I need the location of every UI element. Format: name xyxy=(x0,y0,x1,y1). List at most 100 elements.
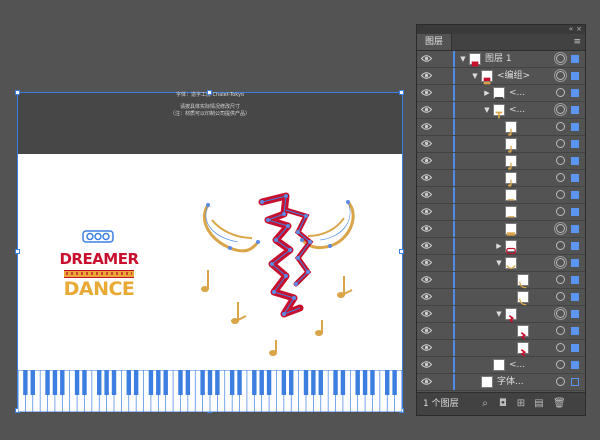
selection-indicator[interactable] xyxy=(571,293,579,301)
layer-row[interactable] xyxy=(417,119,585,136)
selection-indicator[interactable] xyxy=(571,259,579,267)
layer-row[interactable]: ▼ <... xyxy=(417,102,585,119)
layer-name[interactable]: <... xyxy=(509,85,525,101)
create-sublayer-icon[interactable]: ⊞ xyxy=(515,398,527,410)
target-circle-icon[interactable] xyxy=(554,103,567,116)
target-circle-icon[interactable] xyxy=(556,139,565,148)
target-circle-icon[interactable] xyxy=(554,69,567,82)
layer-row[interactable]: ▶ xyxy=(417,238,585,255)
target-circle-icon[interactable] xyxy=(556,156,565,165)
visibility-eye-icon[interactable] xyxy=(421,88,432,97)
target-circle-icon[interactable] xyxy=(556,343,565,352)
selection-indicator[interactable] xyxy=(571,378,579,386)
lock-toggle[interactable] xyxy=(436,221,450,237)
selection-indicator[interactable] xyxy=(571,157,579,165)
selection-indicator[interactable] xyxy=(571,276,579,284)
layer-row[interactable]: 字体... xyxy=(417,374,585,391)
panel-title-bar[interactable]: « × xyxy=(417,25,585,34)
lock-toggle[interactable] xyxy=(436,255,450,271)
collapse-arrow-icon[interactable]: ▼ xyxy=(495,306,503,322)
selection-indicator[interactable] xyxy=(571,106,579,114)
selection-indicator[interactable] xyxy=(571,310,579,318)
layer-row[interactable] xyxy=(417,289,585,306)
selection-indicator[interactable] xyxy=(571,208,579,216)
layer-row[interactable] xyxy=(417,170,585,187)
layer-row[interactable] xyxy=(417,136,585,153)
search-icon[interactable]: ⌕ xyxy=(479,398,491,410)
lock-toggle[interactable] xyxy=(436,85,450,101)
selection-handle[interactable] xyxy=(399,249,404,254)
selection-handle[interactable] xyxy=(399,90,404,95)
selection-indicator[interactable] xyxy=(571,344,579,352)
visibility-eye-icon[interactable] xyxy=(421,190,432,199)
layer-row[interactable] xyxy=(417,323,585,340)
target-circle-icon[interactable] xyxy=(556,207,565,216)
layer-row[interactable] xyxy=(417,204,585,221)
lock-toggle[interactable] xyxy=(436,323,450,339)
visibility-eye-icon[interactable] xyxy=(421,54,432,63)
lock-toggle[interactable] xyxy=(436,153,450,169)
lock-toggle[interactable] xyxy=(436,204,450,220)
layer-name[interactable]: <... xyxy=(509,357,525,373)
target-circle-icon[interactable] xyxy=(556,122,565,131)
lock-toggle[interactable] xyxy=(436,102,450,118)
layer-name[interactable]: <编组> xyxy=(497,68,530,84)
target-circle-icon[interactable] xyxy=(554,307,567,320)
selection-indicator[interactable] xyxy=(571,327,579,335)
target-circle-icon[interactable] xyxy=(556,241,565,250)
layer-row[interactable] xyxy=(417,340,585,357)
lock-toggle[interactable] xyxy=(436,51,450,67)
lock-toggle[interactable] xyxy=(436,136,450,152)
selection-indicator[interactable] xyxy=(571,361,579,369)
layer-row[interactable]: ▼ xyxy=(417,306,585,323)
lock-toggle[interactable] xyxy=(436,119,450,135)
collapse-panel-icon[interactable]: « xyxy=(569,25,573,34)
selection-indicator[interactable] xyxy=(571,55,579,63)
visibility-eye-icon[interactable] xyxy=(421,207,432,216)
visibility-eye-icon[interactable] xyxy=(421,292,432,301)
lock-toggle[interactable] xyxy=(436,340,450,356)
collapse-arrow-icon[interactable]: ▼ xyxy=(483,102,491,118)
visibility-eye-icon[interactable] xyxy=(421,258,432,267)
layer-row[interactable]: <... xyxy=(417,357,585,374)
expand-arrow-icon[interactable]: ▶ xyxy=(495,238,503,254)
lock-toggle[interactable] xyxy=(436,187,450,203)
selection-indicator[interactable] xyxy=(571,225,579,233)
make-clipping-mask-icon[interactable]: ◘ xyxy=(497,398,509,410)
selection-indicator[interactable] xyxy=(571,140,579,148)
layer-row[interactable] xyxy=(417,221,585,238)
layer-name[interactable]: 图层 1 xyxy=(485,51,512,67)
canvas-area[interactable]: 字体：造字工房 Chalet-Tokyo 请按具体实际情况修改尺寸 （注：材质可… xyxy=(0,0,410,440)
selection-indicator[interactable] xyxy=(571,89,579,97)
lock-toggle[interactable] xyxy=(436,272,450,288)
collapse-arrow-icon[interactable]: ▼ xyxy=(471,68,479,84)
target-circle-icon[interactable] xyxy=(556,360,565,369)
visibility-eye-icon[interactable] xyxy=(421,326,432,335)
target-circle-icon[interactable] xyxy=(556,326,565,335)
target-circle-icon[interactable] xyxy=(556,275,565,284)
visibility-eye-icon[interactable] xyxy=(421,71,432,80)
tab-layers[interactable]: 图层 xyxy=(417,34,453,50)
layer-row[interactable] xyxy=(417,153,585,170)
layer-row[interactable]: ▼ <编组> xyxy=(417,68,585,85)
selection-indicator[interactable] xyxy=(571,123,579,131)
selection-indicator[interactable] xyxy=(571,242,579,250)
visibility-eye-icon[interactable] xyxy=(421,105,432,114)
target-circle-icon[interactable] xyxy=(556,173,565,182)
target-circle-icon[interactable] xyxy=(556,190,565,199)
lock-toggle[interactable] xyxy=(436,68,450,84)
target-circle-icon[interactable] xyxy=(554,222,567,235)
visibility-eye-icon[interactable] xyxy=(421,156,432,165)
visibility-eye-icon[interactable] xyxy=(421,309,432,318)
lock-toggle[interactable] xyxy=(436,357,450,373)
layer-name[interactable]: 字体... xyxy=(497,374,524,390)
visibility-eye-icon[interactable] xyxy=(421,377,432,386)
dance-calligraphy-art[interactable] xyxy=(190,180,380,360)
layer-row[interactable] xyxy=(417,187,585,204)
visibility-eye-icon[interactable] xyxy=(421,343,432,352)
layer-row[interactable] xyxy=(417,272,585,289)
layer-name[interactable]: <... xyxy=(509,102,525,118)
selection-handle[interactable] xyxy=(15,249,20,254)
selection-indicator[interactable] xyxy=(571,72,579,80)
target-circle-icon[interactable] xyxy=(556,292,565,301)
